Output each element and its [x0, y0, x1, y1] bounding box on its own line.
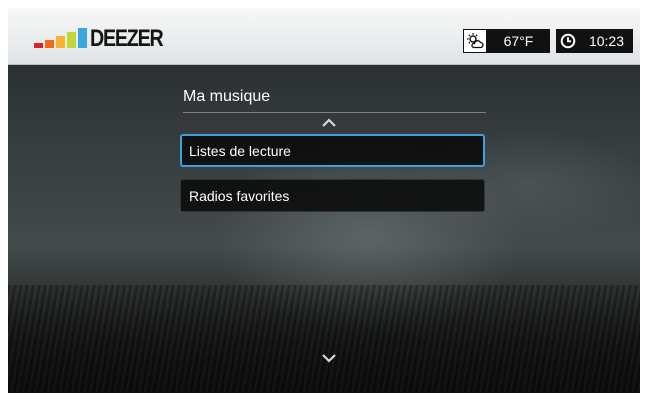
menu-item-label: Radios favorites: [189, 187, 290, 204]
chevron-up-icon[interactable]: [318, 116, 340, 130]
menu-item-label: Listes de lecture: [189, 142, 291, 159]
menu-item-playlists[interactable]: Listes de lecture: [180, 134, 485, 167]
menu-title: Ma musique: [183, 88, 486, 113]
menu-item-favorite-radios[interactable]: Radios favorites: [180, 179, 485, 212]
tv-screen: DEEZER 67°F 10:23 Ma musique Listes de l…: [8, 8, 640, 393]
menu-panel: Ma musique Listes de lecture Radios favo…: [8, 8, 640, 393]
chevron-down-icon[interactable]: [318, 351, 340, 365]
